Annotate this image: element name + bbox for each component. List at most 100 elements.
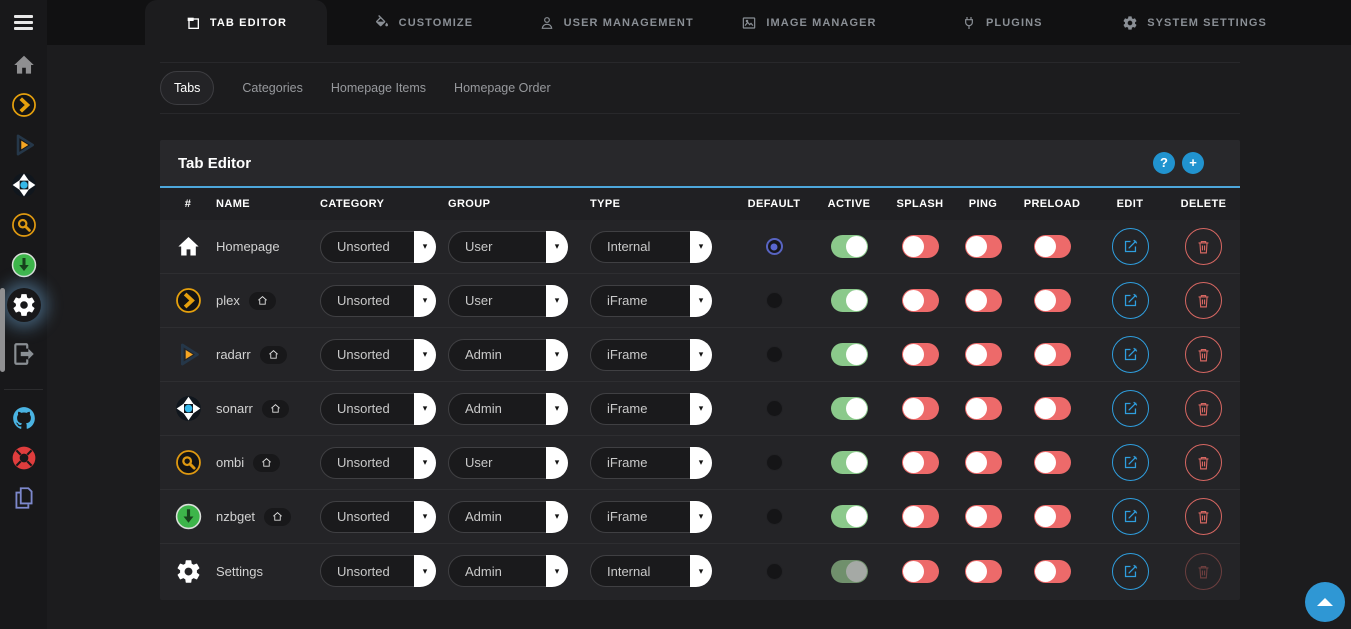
homepage-badge-icon[interactable]	[262, 400, 289, 418]
delete-button[interactable]	[1185, 228, 1222, 265]
splash-toggle[interactable]	[902, 505, 939, 528]
delete-button[interactable]	[1185, 390, 1222, 427]
ping-toggle[interactable]	[965, 397, 1002, 420]
scroll-to-top-button[interactable]	[1305, 582, 1345, 622]
subtab-tabs[interactable]: Tabs	[160, 71, 214, 105]
edit-button[interactable]	[1112, 390, 1149, 427]
delete-button[interactable]	[1185, 282, 1222, 319]
type-select[interactable]: iFrame▾	[590, 447, 712, 479]
active-toggle[interactable]	[831, 289, 868, 312]
category-select[interactable]: Unsorted▾	[320, 555, 436, 587]
ping-toggle[interactable]	[965, 560, 1002, 583]
menu-icon[interactable]	[0, 0, 47, 45]
default-radio[interactable]	[766, 563, 783, 580]
tab-system-settings[interactable]: SYSTEM SETTINGS	[1098, 0, 1291, 45]
active-toggle[interactable]	[831, 560, 868, 583]
active-toggle[interactable]	[831, 235, 868, 258]
ping-toggle[interactable]	[965, 451, 1002, 474]
sidebar-item-sonarr[interactable]	[0, 165, 47, 205]
splash-toggle[interactable]	[902, 560, 939, 583]
group-select[interactable]: Admin▾	[448, 339, 568, 371]
ping-toggle[interactable]	[965, 343, 1002, 366]
sidebar-item-settings[interactable]	[0, 285, 47, 325]
delete-button[interactable]	[1185, 498, 1222, 535]
splash-toggle[interactable]	[902, 397, 939, 420]
group-select[interactable]: Admin▾	[448, 555, 568, 587]
group-select[interactable]: User▾	[448, 285, 568, 317]
category-select[interactable]: Unsorted▾	[320, 231, 436, 263]
sidebar-item-logout[interactable]	[0, 325, 47, 383]
category-select[interactable]: Unsorted▾	[320, 447, 436, 479]
edit-button[interactable]	[1112, 228, 1149, 265]
sidebar-item-home[interactable]	[0, 45, 47, 85]
add-tab-button[interactable]: +	[1182, 152, 1204, 174]
subtab-categories[interactable]: Categories	[242, 81, 302, 95]
active-toggle[interactable]	[831, 397, 868, 420]
homepage-badge-icon[interactable]	[249, 292, 276, 310]
sidebar-item-documents[interactable]	[0, 478, 47, 518]
preload-toggle[interactable]	[1034, 343, 1071, 366]
subtab-homepage-items[interactable]: Homepage Items	[331, 81, 426, 95]
default-radio[interactable]	[766, 346, 783, 363]
homepage-badge-icon[interactable]	[264, 508, 291, 526]
sidebar-item-radarr[interactable]	[0, 125, 47, 165]
tab-plugins[interactable]: PLUGINS	[905, 0, 1098, 45]
default-radio[interactable]	[766, 400, 783, 417]
edit-button[interactable]	[1112, 336, 1149, 373]
tab-tab-editor[interactable]: TAB EDITOR	[145, 0, 327, 45]
type-select[interactable]: iFrame▾	[590, 501, 712, 533]
group-select[interactable]: User▾	[448, 231, 568, 263]
type-select[interactable]: iFrame▾	[590, 393, 712, 425]
edit-button[interactable]	[1112, 282, 1149, 319]
edit-button[interactable]	[1112, 498, 1149, 535]
group-select[interactable]: Admin▾	[448, 393, 568, 425]
preload-toggle[interactable]	[1034, 451, 1071, 474]
subtab-homepage-order[interactable]: Homepage Order	[454, 81, 551, 95]
sidebar-item-ombi[interactable]	[0, 205, 47, 245]
type-select[interactable]: iFrame▾	[590, 285, 712, 317]
homepage-badge-icon[interactable]	[253, 454, 280, 472]
active-toggle[interactable]	[831, 343, 868, 366]
sidebar-item-github[interactable]	[0, 398, 47, 438]
preload-toggle[interactable]	[1034, 289, 1071, 312]
group-select[interactable]: User▾	[448, 447, 568, 479]
tab-image-manager[interactable]: IMAGE MANAGER	[713, 0, 906, 45]
splash-toggle[interactable]	[902, 451, 939, 474]
sidebar-item-support[interactable]	[0, 438, 47, 478]
splash-toggle[interactable]	[902, 235, 939, 258]
delete-button[interactable]	[1185, 444, 1222, 481]
help-button[interactable]: ?	[1153, 152, 1175, 174]
default-radio[interactable]	[766, 292, 783, 309]
default-radio[interactable]	[766, 508, 783, 525]
preload-toggle[interactable]	[1034, 505, 1071, 528]
default-radio[interactable]	[766, 238, 783, 255]
active-toggle[interactable]	[831, 451, 868, 474]
type-select[interactable]: Internal▾	[590, 555, 712, 587]
tab-user-management[interactable]: USER MANAGEMENT	[520, 0, 713, 45]
active-toggle[interactable]	[831, 505, 868, 528]
category-select[interactable]: Unsorted▾	[320, 285, 436, 317]
type-select[interactable]: iFrame▾	[590, 339, 712, 371]
preload-toggle[interactable]	[1034, 235, 1071, 258]
group-select[interactable]: Admin▾	[448, 501, 568, 533]
sidebar-scrollbar-thumb[interactable]	[0, 288, 5, 372]
splash-toggle[interactable]	[902, 289, 939, 312]
homepage-badge-icon[interactable]	[260, 346, 287, 364]
category-select[interactable]: Unsorted▾	[320, 501, 436, 533]
delete-button[interactable]	[1185, 336, 1222, 373]
sidebar-item-nzbget[interactable]	[0, 245, 47, 285]
type-select[interactable]: Internal▾	[590, 231, 712, 263]
preload-toggle[interactable]	[1034, 560, 1071, 583]
tab-customize[interactable]: CUSTOMIZE	[327, 0, 520, 45]
sidebar-item-plex[interactable]	[0, 85, 47, 125]
category-select[interactable]: Unsorted▾	[320, 393, 436, 425]
edit-button[interactable]	[1112, 444, 1149, 481]
ping-toggle[interactable]	[965, 505, 1002, 528]
ping-toggle[interactable]	[965, 289, 1002, 312]
default-radio[interactable]	[766, 454, 783, 471]
category-select[interactable]: Unsorted▾	[320, 339, 436, 371]
splash-toggle[interactable]	[902, 343, 939, 366]
edit-button[interactable]	[1112, 553, 1149, 590]
preload-toggle[interactable]	[1034, 397, 1071, 420]
ping-toggle[interactable]	[965, 235, 1002, 258]
